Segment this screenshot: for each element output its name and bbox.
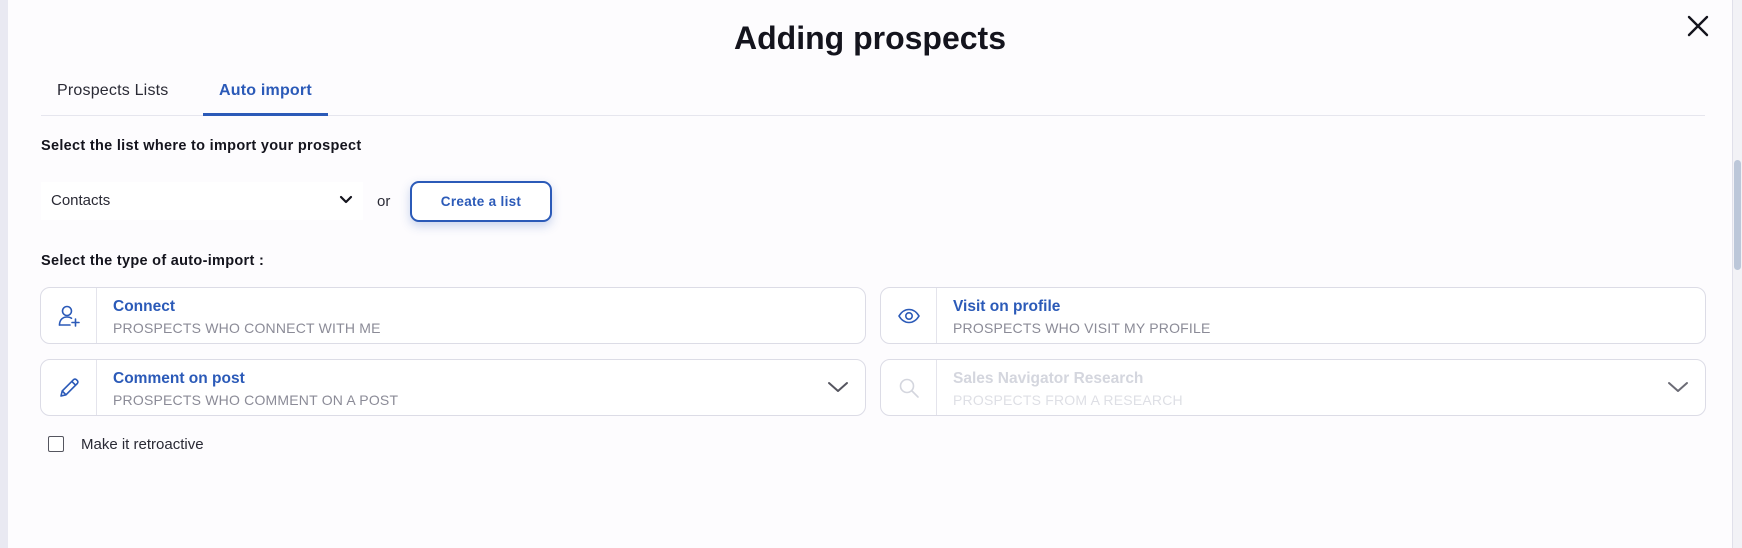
chevron-down-icon: [339, 195, 353, 204]
option-subtitle: PROSPECTS WHO VISIT MY PROFILE: [953, 320, 1211, 336]
search-icon: [899, 378, 919, 398]
modal-title: Adding prospects: [733, 20, 1006, 56]
eye-icon: [898, 308, 920, 324]
user-add-icon: [58, 305, 80, 327]
option-title: Comment on post: [113, 370, 245, 387]
tab-prospects-lists[interactable]: Prospects Lists: [41, 72, 184, 116]
list-section-label: Select the list where to import your pro…: [41, 138, 362, 154]
option-subtitle: PROSPECTS WHO COMMENT ON A POST: [113, 392, 399, 408]
option-connect[interactable]: Connect PROSPECTS WHO CONNECT WITH ME: [40, 287, 866, 344]
adding-prospects-modal: Adding prospects Prospects Lists Auto im…: [8, 0, 1732, 548]
tab-bar: Prospects Lists Auto import: [41, 72, 1705, 116]
chevron-down-icon[interactable]: [827, 380, 849, 394]
retroactive-label: Make it retroactive: [81, 436, 204, 453]
tab-auto-import[interactable]: Auto import: [203, 72, 328, 116]
close-icon: [1687, 15, 1709, 37]
retroactive-checkbox[interactable]: [48, 436, 64, 452]
or-text: or: [377, 193, 391, 210]
close-button[interactable]: [1684, 12, 1712, 40]
option-subtitle: PROSPECTS WHO CONNECT WITH ME: [113, 320, 381, 336]
option-title: Sales Navigator Research: [953, 370, 1144, 387]
list-select-value: Contacts: [51, 192, 111, 209]
option-subtitle: PROSPECTS FROM A RESEARCH: [953, 392, 1183, 408]
option-title: Visit on profile: [953, 298, 1061, 315]
list-select[interactable]: Contacts: [41, 182, 363, 220]
option-sales-navigator-research: Sales Navigator Research PROSPECTS FROM …: [880, 359, 1706, 416]
option-title: Connect: [113, 298, 175, 315]
option-comment-on-post[interactable]: Comment on post PROSPECTS WHO COMMENT ON…: [40, 359, 866, 416]
option-visit-on-profile[interactable]: Visit on profile PROSPECTS WHO VISIT MY …: [880, 287, 1706, 344]
type-section-label: Select the type of auto-import :: [41, 253, 265, 269]
create-list-button[interactable]: Create a list: [410, 181, 552, 222]
chevron-down-icon: [1668, 382, 1688, 392]
scrollbar[interactable]: [1732, 0, 1742, 548]
pencil-icon: [60, 378, 79, 397]
scrollbar-thumb[interactable]: [1734, 160, 1741, 270]
